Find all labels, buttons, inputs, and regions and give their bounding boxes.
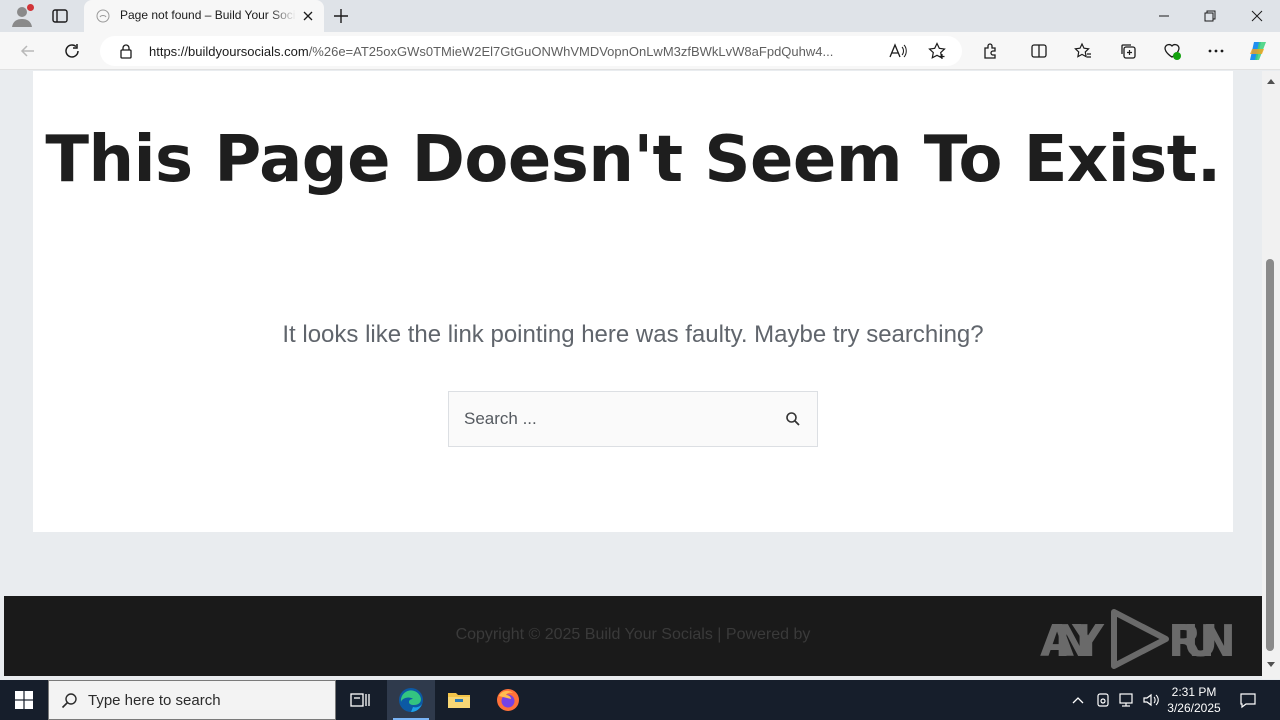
tray-app-icon[interactable]	[1093, 690, 1113, 710]
browser-toolbar: https://buildyoursocials.com/%26e=AT25ox…	[0, 32, 1280, 70]
copilot-icon[interactable]	[1246, 39, 1270, 63]
notifications-icon[interactable]	[1238, 690, 1258, 710]
page-scrollbar[interactable]	[1262, 71, 1280, 679]
url-text[interactable]: https://buildyoursocials.com/%26e=AT25ox…	[149, 44, 873, 59]
tray-chevron-up-icon[interactable]	[1068, 690, 1088, 710]
taskbar-search-icon	[61, 693, 77, 709]
scroll-up-arrow-icon[interactable]	[1266, 77, 1276, 85]
back-arrow-icon[interactable]	[18, 41, 38, 61]
tab-active[interactable]: Page not found – Build Your Socials	[84, 0, 324, 32]
search-submit-button[interactable]	[783, 410, 803, 430]
tab-strip: Page not found – Build Your Socials	[0, 0, 1280, 32]
page-headline: This Page Doesn't Seem To Exist.	[45, 123, 1221, 197]
edge-browser-icon	[399, 688, 423, 712]
search-icon	[786, 411, 800, 426]
scroll-thumb[interactable]	[1266, 259, 1274, 651]
minimize-icon[interactable]	[1141, 0, 1187, 32]
address-bar[interactable]: https://buildyoursocials.com/%26e=AT25ox…	[100, 36, 962, 66]
volume-icon[interactable]	[1141, 690, 1161, 710]
clock-time: 2:31 PM	[1171, 685, 1217, 699]
page-viewport: This Page Doesn't Seem To Exist. It look…	[0, 71, 1262, 679]
browser-essentials-icon[interactable]	[1162, 41, 1182, 61]
refresh-icon[interactable]	[62, 41, 82, 61]
tab-title: Page not found – Build Your Socials	[120, 8, 296, 22]
url-host: https://buildyoursocials.com	[149, 44, 309, 59]
svg-text:ANY: ANY	[1040, 616, 1105, 667]
windows-start-button[interactable]	[0, 680, 48, 720]
lock-icon[interactable]	[118, 43, 134, 59]
split-screen-icon[interactable]	[1029, 41, 1049, 61]
tab-close-icon[interactable]	[300, 8, 316, 24]
task-view-button[interactable]	[336, 680, 384, 720]
svg-text:RUN: RUN	[1168, 616, 1236, 667]
taskbar-search-box[interactable]: Type here to search	[48, 680, 336, 720]
folder-icon	[448, 693, 470, 708]
search-form	[448, 391, 818, 447]
taskbar-search-placeholder: Type here to search	[88, 692, 221, 709]
new-tab-icon[interactable]	[331, 6, 351, 26]
more-menu-icon[interactable]	[1206, 41, 1226, 61]
url-path: /%26e=AT25oxGWs0TMieW2El7GtGuONWhVMDVopn…	[308, 44, 834, 59]
extensions-icon[interactable]	[981, 41, 1001, 61]
clock-date: 3/26/2025	[1167, 701, 1221, 715]
scroll-down-arrow-icon[interactable]	[1266, 661, 1276, 669]
taskbar-clock[interactable]: 2:31 PM 3/26/2025	[1160, 684, 1228, 716]
tab-actions-icon[interactable]	[50, 6, 70, 26]
taskbar-firefox-button[interactable]	[484, 680, 532, 720]
close-window-icon[interactable]	[1234, 0, 1280, 32]
content-card: This Page Doesn't Seem To Exist. It look…	[33, 71, 1233, 532]
firefox-icon	[497, 689, 519, 711]
anyrun-watermark-logo: ANY RUN	[1040, 608, 1240, 670]
taskbar-edge-button[interactable]	[387, 680, 435, 720]
taskbar-file-explorer-button[interactable]	[435, 680, 483, 720]
task-view-icon	[350, 693, 370, 707]
restore-icon[interactable]	[1187, 0, 1233, 32]
site-footer: Copyright © 2025 Build Your Socials | Po…	[4, 596, 1262, 676]
profile-notification-dot	[27, 4, 34, 11]
network-icon[interactable]	[1117, 690, 1137, 710]
page-subtext: It looks like the link pointing here was…	[282, 321, 984, 348]
read-aloud-icon[interactable]	[889, 43, 907, 59]
collections-icon[interactable]	[1118, 41, 1138, 61]
windows-taskbar: Type here to search 2:31 PM 3/26/2025	[0, 680, 1280, 720]
page-favicon-icon	[96, 9, 110, 23]
favorites-icon[interactable]	[1073, 41, 1093, 61]
add-favorite-star-icon[interactable]	[928, 42, 946, 60]
search-input[interactable]	[449, 392, 769, 446]
windows-logo-icon	[15, 691, 33, 709]
